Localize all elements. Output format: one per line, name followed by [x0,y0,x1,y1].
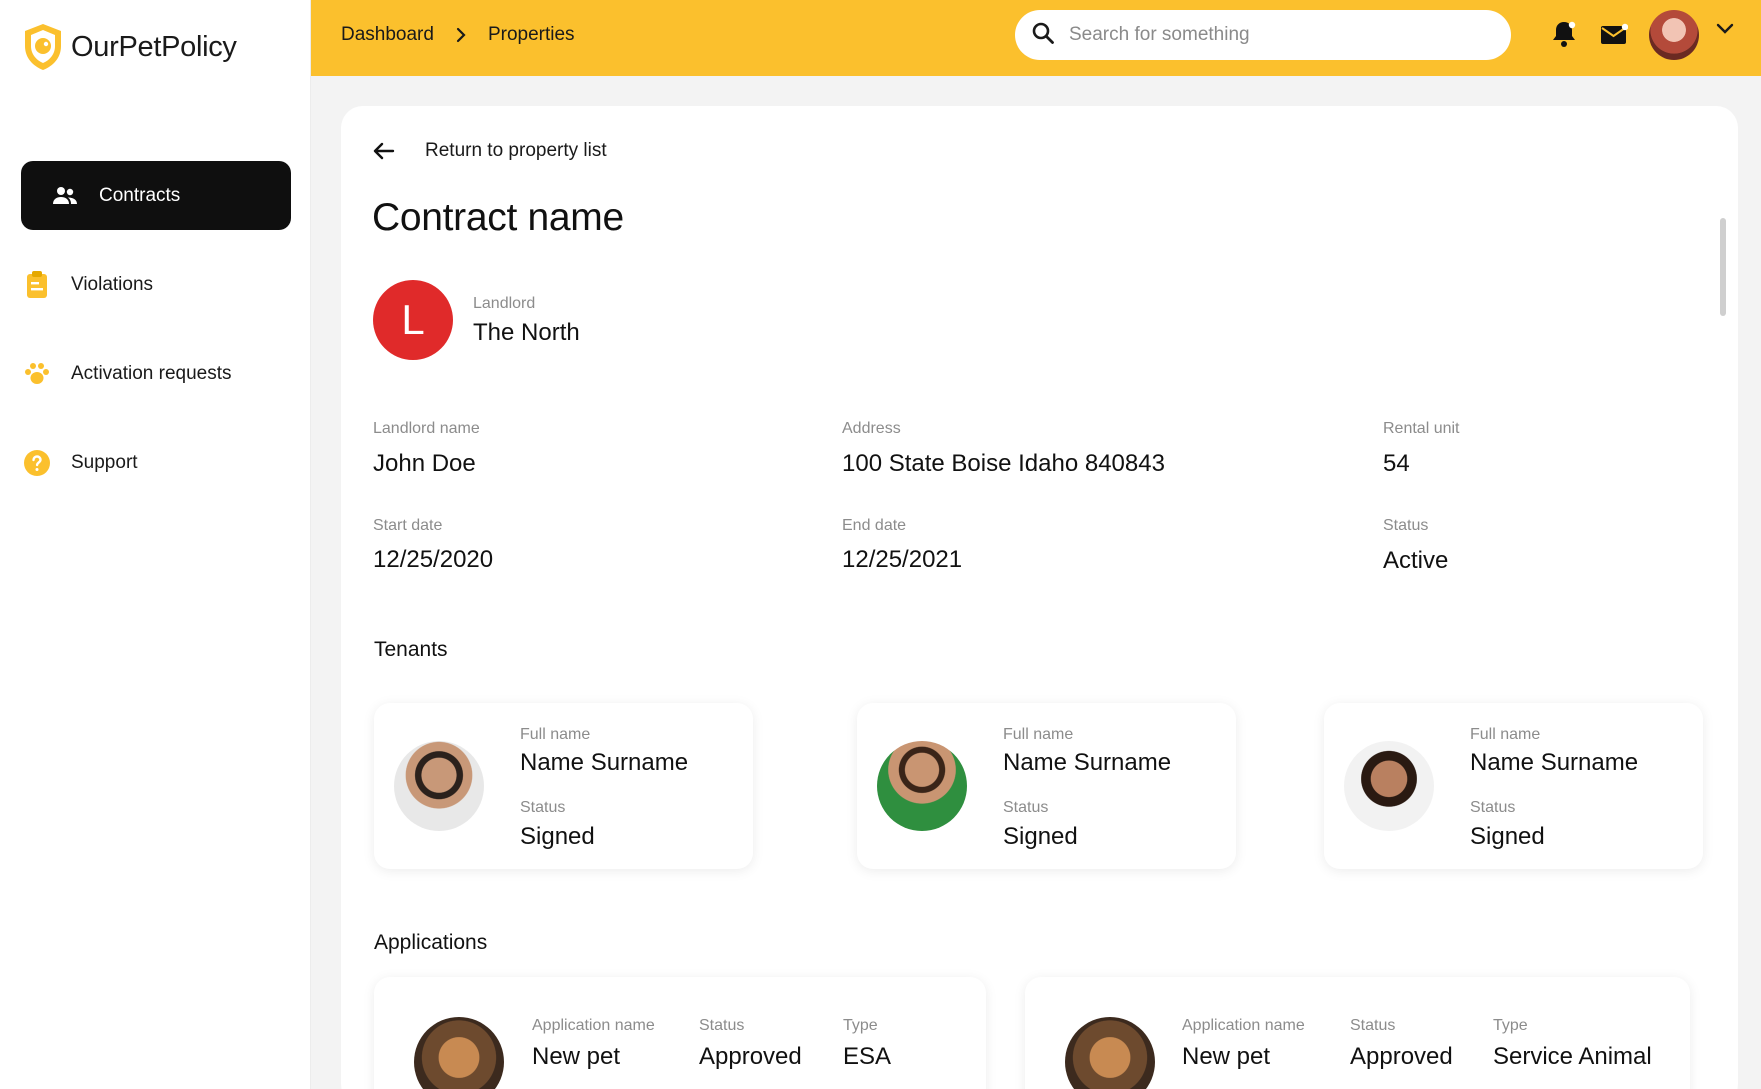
tenants-section-title: Tenants [374,638,448,661]
address-label: Address [842,420,901,437]
contract-detail-card [341,106,1738,1089]
tenant-avatar [1344,741,1434,831]
tenant-name: Name Surname [1470,749,1639,776]
tenant-name-label: Full name [1470,726,1541,743]
arrow-left-icon [373,142,395,160]
user-avatar[interactable] [1649,10,1699,60]
chevron-right-icon [456,27,466,43]
bell-icon[interactable] [1549,19,1579,49]
application-type-label: Type [1493,1017,1528,1034]
applications-section-title: Applications [374,931,488,954]
application-status: Approved [1350,1043,1453,1070]
sidebar-item-violations[interactable]: Violations [21,250,291,319]
page-title: Contract name [372,196,624,239]
application-name-label: Application name [532,1017,655,1034]
brand-name: OurPetPolicy [71,30,237,63]
application-type-label: Type [843,1017,878,1034]
sidebar-item-label: Contracts [99,184,181,206]
tenant-name: Name Surname [1003,749,1172,776]
application-name: New pet [1182,1043,1271,1070]
sidebar-item-activation-requests[interactable]: Activation requests [21,339,291,408]
sidebar-item-support[interactable]: Support [21,428,291,497]
scrollbar-thumb[interactable] [1720,218,1726,316]
sidebar: OurPetPolicy Contracts Violations Activa… [0,0,311,1089]
tenant-card[interactable]: Full name Name Surname Status Signed [374,703,753,869]
tenant-status: Signed [1470,823,1545,850]
people-icon [51,182,79,210]
tenant-name-label: Full name [520,726,591,743]
top-bar: Dashboard Properties [311,0,1761,76]
application-status-label: Status [699,1017,745,1034]
tenant-status-label: Status [520,799,566,816]
tenant-status-label: Status [1470,799,1516,816]
sidebar-item-label: Violations [71,273,154,295]
rental-unit-label: Rental unit [1383,420,1460,437]
start-date-value: 12/25/2020 [373,546,494,573]
search-input[interactable] [1069,24,1469,46]
address-value: 100 State Boise Idaho 840843 [842,450,1165,477]
tenant-avatar [877,741,967,831]
application-card[interactable]: Application name New pet Status Approved… [1025,977,1690,1089]
chevron-down-icon[interactable] [1716,22,1734,40]
sidebar-nav: Contracts Violations Activation requests… [21,161,291,517]
breadcrumb: Dashboard Properties [341,24,575,46]
application-name-label: Application name [1182,1017,1305,1034]
pet-photo [414,1017,504,1089]
mail-icon[interactable] [1599,19,1629,49]
status-value: Active [1383,547,1449,574]
tenant-avatar [394,741,484,831]
breadcrumb-dashboard[interactable]: Dashboard [341,24,434,46]
tenant-name-label: Full name [1003,726,1074,743]
help-icon [23,449,51,477]
tenant-card[interactable]: Full name Name Surname Status Signed [1324,703,1703,869]
tenant-status: Signed [520,823,595,850]
landlord-label: Landlord [473,295,536,312]
application-type: ESA [843,1043,892,1070]
return-to-property-list-link[interactable]: Return to property list [373,140,607,162]
pet-photo [1065,1017,1155,1089]
status-label: Status [1383,517,1429,534]
application-card[interactable]: Application name New pet Status Approved… [374,977,986,1089]
application-status-label: Status [1350,1017,1396,1034]
clipboard-icon [23,270,51,299]
landlord-name-value: John Doe [373,450,476,477]
breadcrumb-properties[interactable]: Properties [488,24,575,46]
search-icon [1031,21,1055,50]
application-name: New pet [532,1043,621,1070]
paw-icon [23,360,51,388]
end-date-value: 12/25/2021 [842,546,963,573]
application-type: Service Animal [1493,1043,1652,1070]
end-date-label: End date [842,517,907,534]
application-status: Approved [699,1043,802,1070]
tenant-status: Signed [1003,823,1078,850]
sidebar-item-label: Activation requests [71,362,232,384]
tenant-status-label: Status [1003,799,1049,816]
shield-logo-icon [25,24,61,70]
start-date-label: Start date [373,517,443,534]
landlord-company: The North [473,319,580,346]
tenant-card[interactable]: Full name Name Surname Status Signed [857,703,1236,869]
tenant-name: Name Surname [520,749,689,776]
sidebar-item-label: Support [71,451,138,473]
logo[interactable]: OurPetPolicy [21,22,237,72]
landlord-name-label: Landlord name [373,420,480,437]
landlord-initial-badge: L [373,280,453,360]
return-link-label: Return to property list [425,140,607,161]
sidebar-item-contracts[interactable]: Contracts [21,161,291,230]
search-bar [1015,10,1511,60]
rental-unit-value: 54 [1383,450,1410,477]
